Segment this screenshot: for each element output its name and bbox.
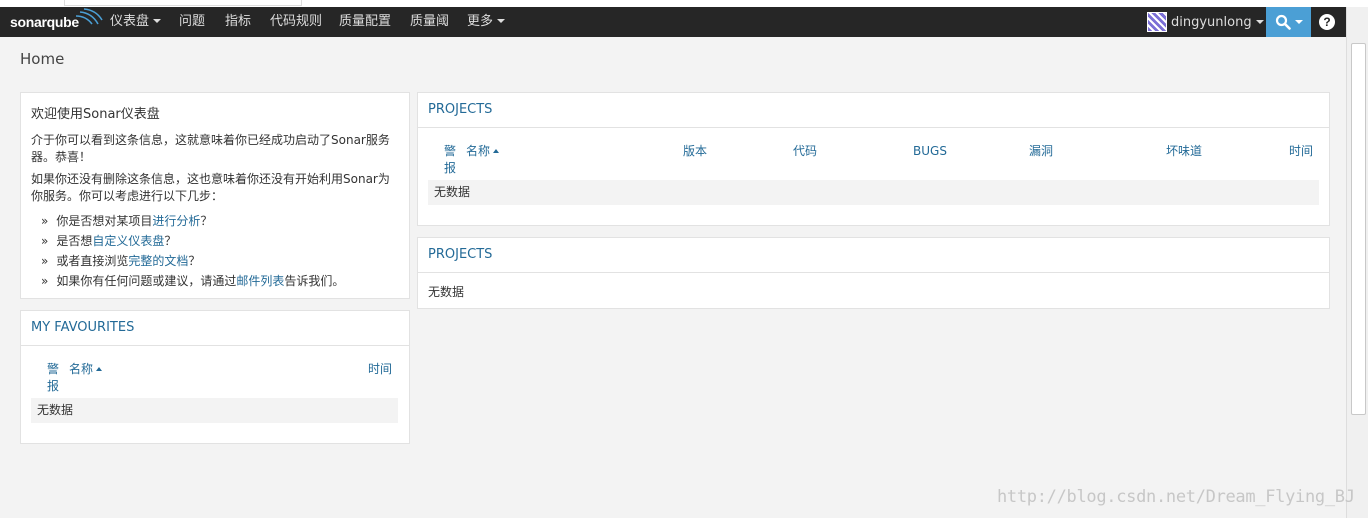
browser-tab[interactable]: [64, 0, 302, 6]
nav-rules[interactable]: 代码规则: [270, 7, 322, 37]
code-label: 代码: [793, 144, 818, 158]
search-button[interactable]: [1266, 7, 1311, 37]
column-bugs[interactable]: BUGS: [913, 143, 947, 160]
nav-quality-gates[interactable]: 质量阈: [410, 7, 449, 37]
column-name[interactable]: 名称: [69, 361, 103, 378]
name-label: 名称: [466, 144, 491, 158]
sonarqube-logo[interactable]: sonarqube: [10, 8, 103, 33]
column-code[interactable]: 代码: [793, 143, 817, 160]
item-text: 告诉我们。: [284, 274, 345, 288]
sort-asc-icon: [493, 149, 500, 153]
column-time[interactable]: 时间: [1289, 143, 1313, 160]
page-title: Home: [20, 50, 65, 68]
bugs-label: BUGS: [913, 144, 947, 158]
list-item: » 如果你有任何问题或建议，请通过邮件列表告诉我们。: [31, 271, 399, 291]
caret-down-icon: [497, 19, 506, 23]
time-label: 时间: [368, 362, 393, 376]
smells-label: 坏味道: [1166, 144, 1203, 158]
help-icon[interactable]: ?: [1319, 14, 1335, 30]
alert-label-line2: 报: [444, 161, 457, 175]
bullet-icon: »: [41, 234, 49, 248]
table-row: 无数据: [428, 180, 1319, 205]
scrollbar-thumb[interactable]: [1351, 43, 1366, 415]
user-menu[interactable]: dingyunlong: [1147, 7, 1264, 37]
favourites-widget: MY FAVOURITES 警 报 名称 时间 无数据: [20, 310, 410, 444]
vulns-label: 漏洞: [1029, 144, 1054, 158]
list-item: » 或者直接浏览完整的文档？: [31, 251, 399, 271]
nav-label: 更多: [467, 14, 494, 29]
nav-issues[interactable]: 问题: [179, 7, 205, 37]
column-vulnerabilities[interactable]: 漏洞: [1029, 143, 1053, 160]
name-label: 名称: [69, 362, 94, 376]
nav-label: 指标: [225, 14, 252, 29]
top-navbar: sonarqube 仪表盘 问题 指标 代码规则 质量配置 质量阈 更多 din…: [0, 7, 1346, 37]
item-text: 或者直接浏览: [56, 254, 129, 268]
column-alert[interactable]: 警 报: [444, 143, 456, 177]
caret-down-icon: [153, 19, 162, 23]
item-text: 是否想: [56, 234, 93, 248]
table-row: 无数据: [31, 398, 398, 423]
vertical-scrollbar[interactable]: [1346, 7, 1368, 518]
alert-label-line1: 警: [47, 362, 60, 376]
column-alert[interactable]: 警 报: [47, 361, 59, 395]
browser-top-strip: [0, 0, 1368, 7]
customize-dashboard-link[interactable]: 自定义仪表盘: [92, 234, 164, 248]
projects-widget: PROJECTS 警 报 名称 版本 代码 BUGS 漏洞 坏味道 时间 无数据: [417, 92, 1330, 226]
time-label: 时间: [1289, 144, 1314, 158]
analyze-link[interactable]: 进行分析: [152, 214, 200, 228]
nav-quality-profiles[interactable]: 质量配置: [339, 7, 391, 37]
sort-asc-icon: [96, 367, 103, 371]
item-text: ？: [188, 254, 201, 268]
documentation-link[interactable]: 完整的文档: [128, 254, 188, 268]
bullet-icon: »: [41, 254, 49, 268]
projects-widget-2: PROJECTS 无数据: [417, 237, 1330, 309]
item-text: 你是否想对某项目: [56, 214, 153, 228]
projects-title: PROJECTS: [418, 238, 1329, 273]
column-code-smells[interactable]: 坏味道: [1166, 143, 1202, 160]
welcome-paragraph-1: 介于你可以看到这条信息，这就意味着你已经成功启动了Sonar服务器。恭喜！: [31, 133, 390, 164]
welcome-widget: 欢迎使用Sonar仪表盘 介于你可以看到这条信息，这就意味着你已经成功启动了So…: [20, 92, 410, 299]
logo-text: sonarqube: [10, 14, 79, 30]
bullet-icon: »: [41, 214, 49, 228]
favourites-title: MY FAVOURITES: [21, 311, 409, 346]
watermark: http://blog.csdn.net/Dream_Flying_BJ: [997, 487, 1355, 507]
empty-message: 无数据: [428, 285, 465, 299]
avatar: [1147, 12, 1167, 32]
column-name[interactable]: 名称: [466, 143, 500, 160]
list-item: » 你是否想对某项目进行分析？: [31, 211, 399, 231]
nav-label: 质量阈: [410, 14, 450, 29]
search-icon: [1275, 14, 1291, 30]
alert-label-line1: 警: [444, 144, 457, 158]
projects-title: PROJECTS: [418, 93, 1329, 128]
welcome-list: » 你是否想对某项目进行分析？ » 是否想自定义仪表盘？ » 或者直接浏览完整的文档？…: [31, 211, 399, 291]
nav-label: 仪表盘: [110, 14, 150, 29]
welcome-title: 欢迎使用Sonar仪表盘: [31, 107, 160, 122]
welcome-paragraph-2: 如果你还没有删除这条信息，这也意味着你还没有开始利用Sonar为你服务。你可以考…: [31, 172, 390, 203]
mailing-list-link[interactable]: 邮件列表: [236, 274, 284, 288]
nav-dashboard-menu[interactable]: 仪表盘: [110, 7, 162, 37]
nav-label: 代码规则: [270, 14, 323, 29]
nav-measures[interactable]: 指标: [225, 7, 251, 37]
column-version[interactable]: 版本: [683, 143, 707, 160]
item-text: ？: [200, 214, 213, 228]
bullet-icon: »: [41, 274, 49, 288]
list-item: » 是否想自定义仪表盘？: [31, 231, 399, 251]
item-text: 如果你有任何问题或建议，请通过: [56, 274, 237, 288]
column-time[interactable]: 时间: [368, 361, 392, 378]
nav-more-menu[interactable]: 更多: [467, 7, 506, 37]
logo-wave-icon: [75, 8, 103, 25]
item-text: ？: [164, 234, 177, 248]
nav-label: 问题: [179, 14, 206, 29]
username: dingyunlong: [1171, 14, 1252, 30]
nav-label: 质量配置: [339, 14, 392, 29]
caret-down-icon: [1255, 20, 1264, 24]
alert-label-line2: 报: [47, 379, 60, 393]
version-label: 版本: [683, 144, 708, 158]
caret-down-icon: [1294, 20, 1303, 24]
